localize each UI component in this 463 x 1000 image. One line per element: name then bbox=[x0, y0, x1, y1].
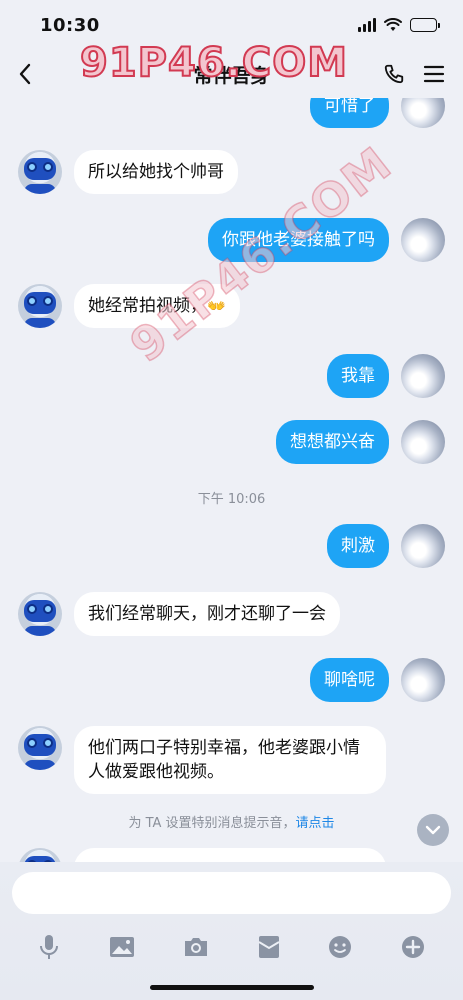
composer bbox=[0, 862, 463, 1000]
system-tip-link[interactable]: 请点击 bbox=[296, 816, 335, 831]
message-row-partial bbox=[0, 848, 463, 862]
message-row: 你跟他老婆接触了吗 bbox=[0, 218, 463, 266]
chat-list[interactable]: 可惜了 所以给她找个帅哥 你跟他老婆接触了吗 她经常拍视频，👐 我靠 想想都兴奋… bbox=[0, 98, 463, 862]
my-avatar[interactable] bbox=[401, 98, 445, 128]
message-bubble-outgoing[interactable]: 你跟他老婆接触了吗 bbox=[208, 218, 389, 262]
scroll-to-bottom-button[interactable] bbox=[417, 814, 449, 846]
camera-icon[interactable] bbox=[182, 935, 210, 959]
contact-avatar[interactable] bbox=[18, 150, 62, 194]
signal-icon bbox=[358, 18, 376, 32]
system-tip: 为 TA 设置特别消息提示音，请点击 bbox=[0, 812, 463, 831]
status-bar: 10:30 bbox=[0, 0, 463, 50]
message-bubble-outgoing[interactable]: 可惜了 bbox=[310, 98, 389, 128]
status-time: 10:30 bbox=[40, 14, 100, 36]
contact-avatar[interactable] bbox=[18, 284, 62, 328]
back-icon[interactable] bbox=[18, 63, 32, 85]
message-bubble-incoming[interactable] bbox=[74, 848, 386, 862]
message-row: 想想都兴奋 bbox=[0, 420, 463, 468]
menu-icon[interactable] bbox=[423, 64, 445, 84]
message-row: 刺激 bbox=[0, 524, 463, 572]
battery-icon bbox=[410, 18, 440, 32]
wifi-icon bbox=[384, 18, 402, 31]
message-row: 他们两口子特别幸福，他老婆跟小情人做爱跟他视频。 bbox=[0, 726, 463, 798]
message-text: 她经常拍视频， bbox=[88, 296, 207, 316]
my-avatar[interactable] bbox=[401, 354, 445, 398]
home-indicator bbox=[150, 985, 314, 990]
message-row: 她经常拍视频，👐 bbox=[0, 284, 463, 332]
message-row: 我们经常聊天，刚才还聊了一会 bbox=[0, 592, 463, 640]
contact-avatar[interactable] bbox=[18, 592, 62, 636]
status-icons bbox=[358, 18, 440, 32]
message-bubble-incoming[interactable]: 我们经常聊天，刚才还聊了一会 bbox=[74, 592, 340, 636]
message-input[interactable] bbox=[12, 872, 451, 914]
message-bubble-outgoing[interactable]: 我靠 bbox=[327, 354, 389, 398]
message-bubble-outgoing[interactable]: 刺激 bbox=[327, 524, 389, 568]
image-icon[interactable] bbox=[108, 935, 136, 959]
chevron-down-icon bbox=[425, 825, 441, 835]
emoji-icon[interactable] bbox=[327, 934, 353, 960]
my-avatar[interactable] bbox=[401, 658, 445, 702]
composer-toolbar bbox=[0, 922, 463, 972]
my-avatar[interactable] bbox=[401, 218, 445, 262]
message-row: 所以给她找个帅哥 bbox=[0, 150, 463, 198]
mic-icon[interactable] bbox=[37, 933, 61, 961]
message-bubble-incoming[interactable]: 她经常拍视频，👐 bbox=[74, 284, 240, 328]
nav-bar: 常伴吾身 bbox=[0, 50, 463, 98]
message-row: 可惜了 bbox=[0, 98, 463, 132]
red-packet-icon[interactable] bbox=[257, 934, 281, 960]
open-hands-emoji-icon: 👐 bbox=[207, 297, 226, 315]
contact-avatar[interactable] bbox=[18, 848, 62, 862]
message-row: 聊啥呢 bbox=[0, 658, 463, 706]
plus-icon[interactable] bbox=[400, 934, 426, 960]
phone-icon[interactable] bbox=[383, 63, 405, 85]
system-tip-text: 为 TA 设置特别消息提示音， bbox=[128, 816, 296, 831]
my-avatar[interactable] bbox=[401, 524, 445, 568]
message-bubble-incoming[interactable]: 所以给她找个帅哥 bbox=[74, 150, 238, 194]
message-bubble-incoming[interactable]: 他们两口子特别幸福，他老婆跟小情人做爱跟他视频。 bbox=[74, 726, 386, 794]
message-bubble-outgoing[interactable]: 想想都兴奋 bbox=[276, 420, 389, 464]
time-separator: 下午 10:06 bbox=[197, 492, 266, 507]
message-bubble-outgoing[interactable]: 聊啥呢 bbox=[310, 658, 389, 702]
my-avatar[interactable] bbox=[401, 420, 445, 464]
contact-avatar[interactable] bbox=[18, 726, 62, 770]
message-row: 我靠 bbox=[0, 354, 463, 402]
